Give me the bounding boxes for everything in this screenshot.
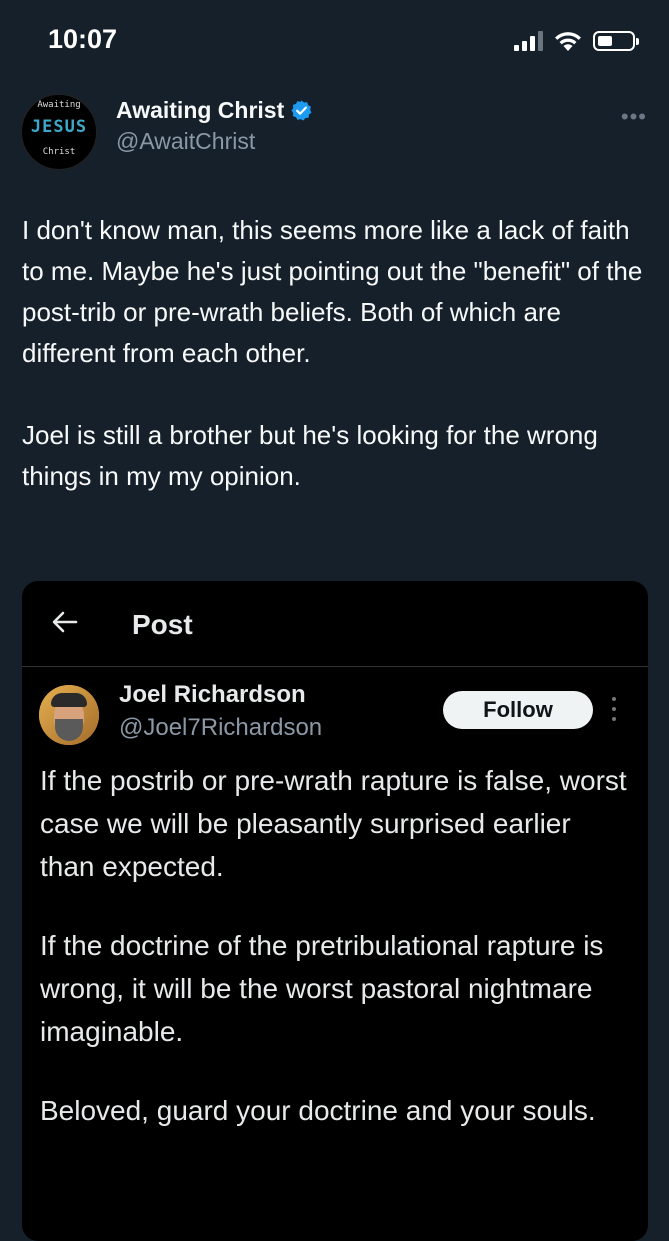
more-icon[interactable]: ••• (621, 104, 647, 130)
status-time: 10:07 (48, 24, 118, 54)
tweet-text: I don't know man, this seems more like a… (22, 210, 647, 497)
embed-top-bar: Post (22, 581, 648, 667)
tweet-header: Awaiting JESUS Christ Awaiting Christ @A… (21, 94, 651, 174)
quoted-paragraph: If the postrib or pre-wrath rapture is f… (40, 765, 627, 882)
quoted-more-icon (610, 697, 618, 723)
status-icons (514, 30, 639, 52)
follow-button: Follow (443, 691, 593, 729)
quoted-avatar (39, 685, 99, 745)
author-name[interactable]: Awaiting Christ (116, 97, 313, 124)
embed-title: Post (132, 609, 193, 640)
tweet-paragraph: I don't know man, this seems more like a… (22, 215, 643, 368)
avatar-text-middle: JESUS (30, 117, 88, 137)
status-bar: 10:07 (0, 0, 669, 80)
author-handle[interactable]: @AwaitChrist (116, 128, 255, 155)
avatar[interactable]: Awaiting JESUS Christ (21, 94, 97, 170)
quoted-author-handle: @Joel7Richardson (119, 714, 323, 741)
wifi-icon (555, 32, 581, 51)
embedded-screenshot[interactable]: Post Joel Richardson @Joel7Richardson Fo… (22, 581, 648, 1241)
verified-badge-icon (291, 100, 312, 121)
back-arrow-icon (52, 611, 78, 633)
tweet-paragraph: Joel is still a brother but he's looking… (22, 420, 598, 491)
quoted-paragraph: Beloved, guard your doctrine and your so… (40, 1095, 596, 1126)
author-name-text: Awaiting Christ (116, 97, 285, 123)
quoted-post-text: If the postrib or pre-wrath rapture is f… (40, 759, 630, 1132)
signal-icon (514, 31, 543, 51)
quoted-paragraph: If the doctrine of the pretribulational … (40, 930, 604, 1047)
avatar-text-bottom: Christ (42, 147, 76, 157)
quoted-author-name: Joel Richardson (119, 681, 306, 708)
avatar-text-top: Awaiting (37, 100, 81, 110)
battery-icon (593, 31, 639, 51)
